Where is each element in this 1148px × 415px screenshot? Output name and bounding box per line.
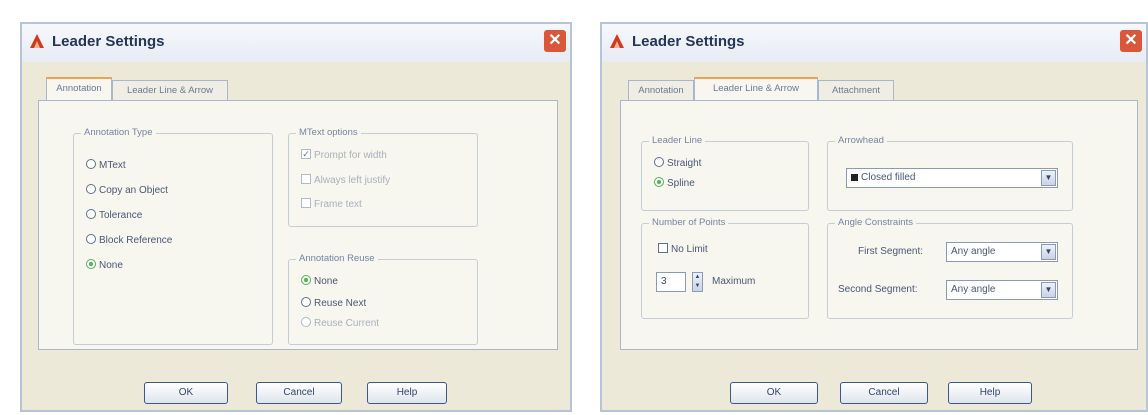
option-label: Tolerance (99, 210, 143, 221)
leader-settings-dialog-leader-line: Leader Settings ✕ Annotation Leader Line… (600, 22, 1148, 412)
tab-annotation[interactable]: Annotation (628, 80, 694, 100)
radio-reuse-next[interactable]: Reuse Next (301, 297, 367, 309)
radio-block-reference[interactable]: Block Reference (86, 234, 173, 246)
checkbox-icon (301, 198, 311, 209)
title-bar[interactable]: Leader Settings ✕ (602, 24, 1146, 62)
radio-button-icon (301, 317, 311, 328)
radio-tolerance[interactable]: Tolerance (86, 209, 143, 221)
checkbox-checked-icon: ✓ (301, 149, 311, 160)
radio-reuse-none[interactable]: None (301, 275, 338, 287)
ok-button[interactable]: OK (144, 382, 228, 404)
annotation-type-group: Annotation Type MText Copy an Object Tol… (73, 127, 273, 345)
radio-button-icon (86, 184, 96, 195)
group-label: Angle Constraints (835, 217, 916, 228)
second-segment-select[interactable]: Any angle ▼ (946, 280, 1058, 300)
select-value: Any angle (951, 284, 996, 295)
radio-selected-icon (301, 275, 311, 286)
select-value: Closed filled (861, 172, 916, 183)
option-label: No Limit (671, 244, 708, 255)
tab-panel: Leader Line Straight Spline Arrowhead Cl… (620, 100, 1138, 350)
autocad-logo-icon (30, 34, 44, 48)
option-label: None (314, 276, 338, 287)
option-label: Reuse Current (314, 318, 380, 329)
chevron-down-icon[interactable]: ▼ (1041, 244, 1056, 260)
option-label: Reuse Next (314, 298, 367, 309)
arrowhead-group: Arrowhead Closed filled ▼ (827, 135, 1073, 211)
chevron-down-icon[interactable]: ▼ (1041, 170, 1056, 186)
tab-annotation[interactable]: Annotation (46, 77, 112, 100)
angle-constraints-group: Angle Constraints First Segment: Any ang… (827, 217, 1073, 319)
checkbox-icon (301, 174, 311, 185)
option-label: Always left justify (314, 175, 391, 186)
mtext-options-group: MText options ✓ Prompt for width Always l… (288, 127, 478, 227)
cancel-button[interactable]: Cancel (840, 382, 928, 404)
cancel-button[interactable]: Cancel (256, 382, 342, 404)
chevron-down-icon[interactable]: ▼ (1041, 282, 1056, 298)
option-label: None (99, 260, 123, 271)
option-label: Frame text (314, 199, 362, 210)
checkbox-left-justify[interactable]: Always left justify (301, 174, 391, 186)
close-icon: ✕ (548, 32, 562, 49)
title-bar[interactable]: Leader Settings ✕ (22, 24, 570, 62)
tab-panel: Annotation Type MText Copy an Object Tol… (38, 100, 558, 350)
help-button[interactable]: Help (948, 382, 1032, 404)
radio-button-icon (86, 234, 96, 245)
dialog-title: Leader Settings (632, 33, 745, 50)
second-segment-label: Second Segment: (838, 284, 918, 295)
radio-reuse-current[interactable]: Reuse Current (301, 317, 380, 329)
number-of-points-group: Number of Points No Limit 3 ▲ ▼ Maximum (641, 217, 809, 319)
tab-attachment[interactable]: Attachment (818, 80, 894, 100)
radio-spline[interactable]: Spline (654, 177, 695, 189)
max-points-input[interactable]: 3 (656, 272, 686, 292)
checkbox-icon (658, 243, 668, 254)
checkbox-frame-text[interactable]: Frame text (301, 198, 362, 210)
radio-button-icon (654, 157, 664, 168)
group-label: Arrowhead (835, 135, 887, 146)
select-value: Any angle (951, 246, 996, 257)
leader-line-group: Leader Line Straight Spline (641, 135, 809, 211)
spinner-icon[interactable]: ▲ ▼ (692, 272, 703, 292)
radio-mtext[interactable]: MText (86, 159, 126, 171)
dialog-title: Leader Settings (52, 33, 165, 50)
radio-straight[interactable]: Straight (654, 157, 702, 169)
ok-button[interactable]: OK (730, 382, 818, 404)
radio-selected-icon (86, 259, 96, 270)
close-button[interactable]: ✕ (1120, 30, 1142, 52)
first-segment-select[interactable]: Any angle ▼ (946, 242, 1058, 262)
radio-button-icon (301, 297, 311, 308)
tab-leader-line-arrow[interactable]: Leader Line & Arrow (694, 77, 818, 100)
closed-filled-arrow-icon (851, 173, 858, 181)
group-label: Number of Points (649, 217, 729, 228)
option-label: Copy an Object (99, 185, 168, 196)
first-segment-label: First Segment: (858, 246, 924, 257)
close-icon: ✕ (1124, 32, 1138, 49)
group-label: MText options (296, 127, 361, 138)
option-label: MText (99, 160, 126, 171)
autocad-logo-icon (610, 34, 624, 48)
checkbox-prompt-width[interactable]: ✓ Prompt for width (301, 149, 387, 161)
option-label: Prompt for width (314, 150, 387, 161)
radio-copy-object[interactable]: Copy an Object (86, 184, 168, 196)
tab-leader-line-arrow[interactable]: Leader Line & Arrow (112, 80, 228, 100)
radio-selected-icon (654, 177, 664, 188)
close-button[interactable]: ✕ (544, 30, 566, 52)
radio-button-icon (86, 209, 96, 220)
checkbox-no-limit[interactable]: No Limit (658, 243, 708, 255)
group-label: Annotation Type (81, 127, 156, 138)
option-label: Block Reference (99, 235, 173, 246)
help-button[interactable]: Help (367, 382, 447, 404)
option-label: Straight (667, 158, 702, 169)
maximum-label: Maximum (712, 276, 756, 287)
leader-settings-dialog-annotation: Leader Settings ✕ Annotation Leader Line… (20, 22, 572, 412)
radio-none[interactable]: None (86, 259, 123, 271)
arrowhead-select[interactable]: Closed filled ▼ (846, 168, 1058, 188)
option-label: Spline (667, 178, 695, 189)
radio-button-icon (86, 159, 96, 170)
group-label: Annotation Reuse (296, 253, 378, 264)
annotation-reuse-group: Annotation Reuse None Reuse Next Reuse C… (288, 253, 478, 345)
group-label: Leader Line (649, 135, 706, 146)
